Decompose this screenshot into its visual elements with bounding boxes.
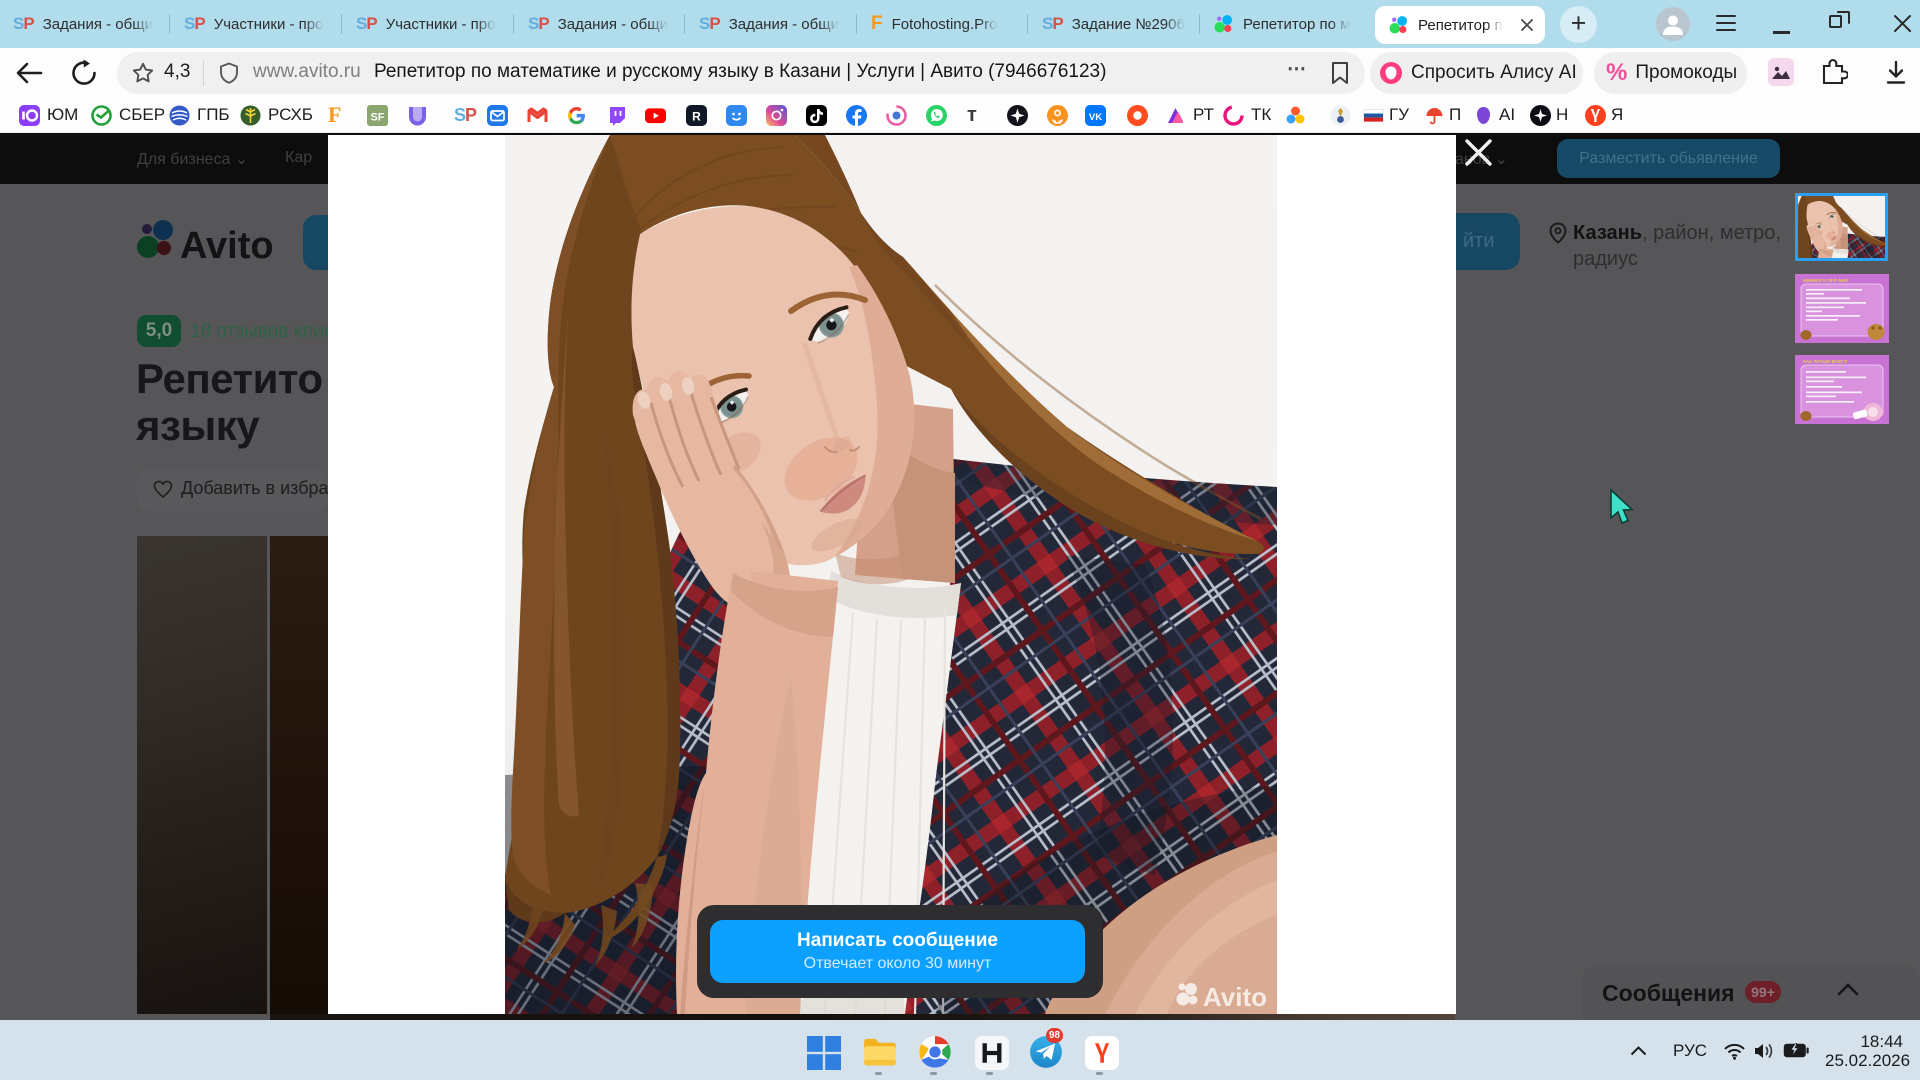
svg-text:Avito: Avito <box>180 225 274 267</box>
svg-text:VK: VK <box>1089 111 1102 122</box>
svg-text:R: R <box>692 109 701 123</box>
svg-text:SF: SF <box>370 111 384 123</box>
svg-text:Avito: Avito <box>1203 982 1267 1008</box>
